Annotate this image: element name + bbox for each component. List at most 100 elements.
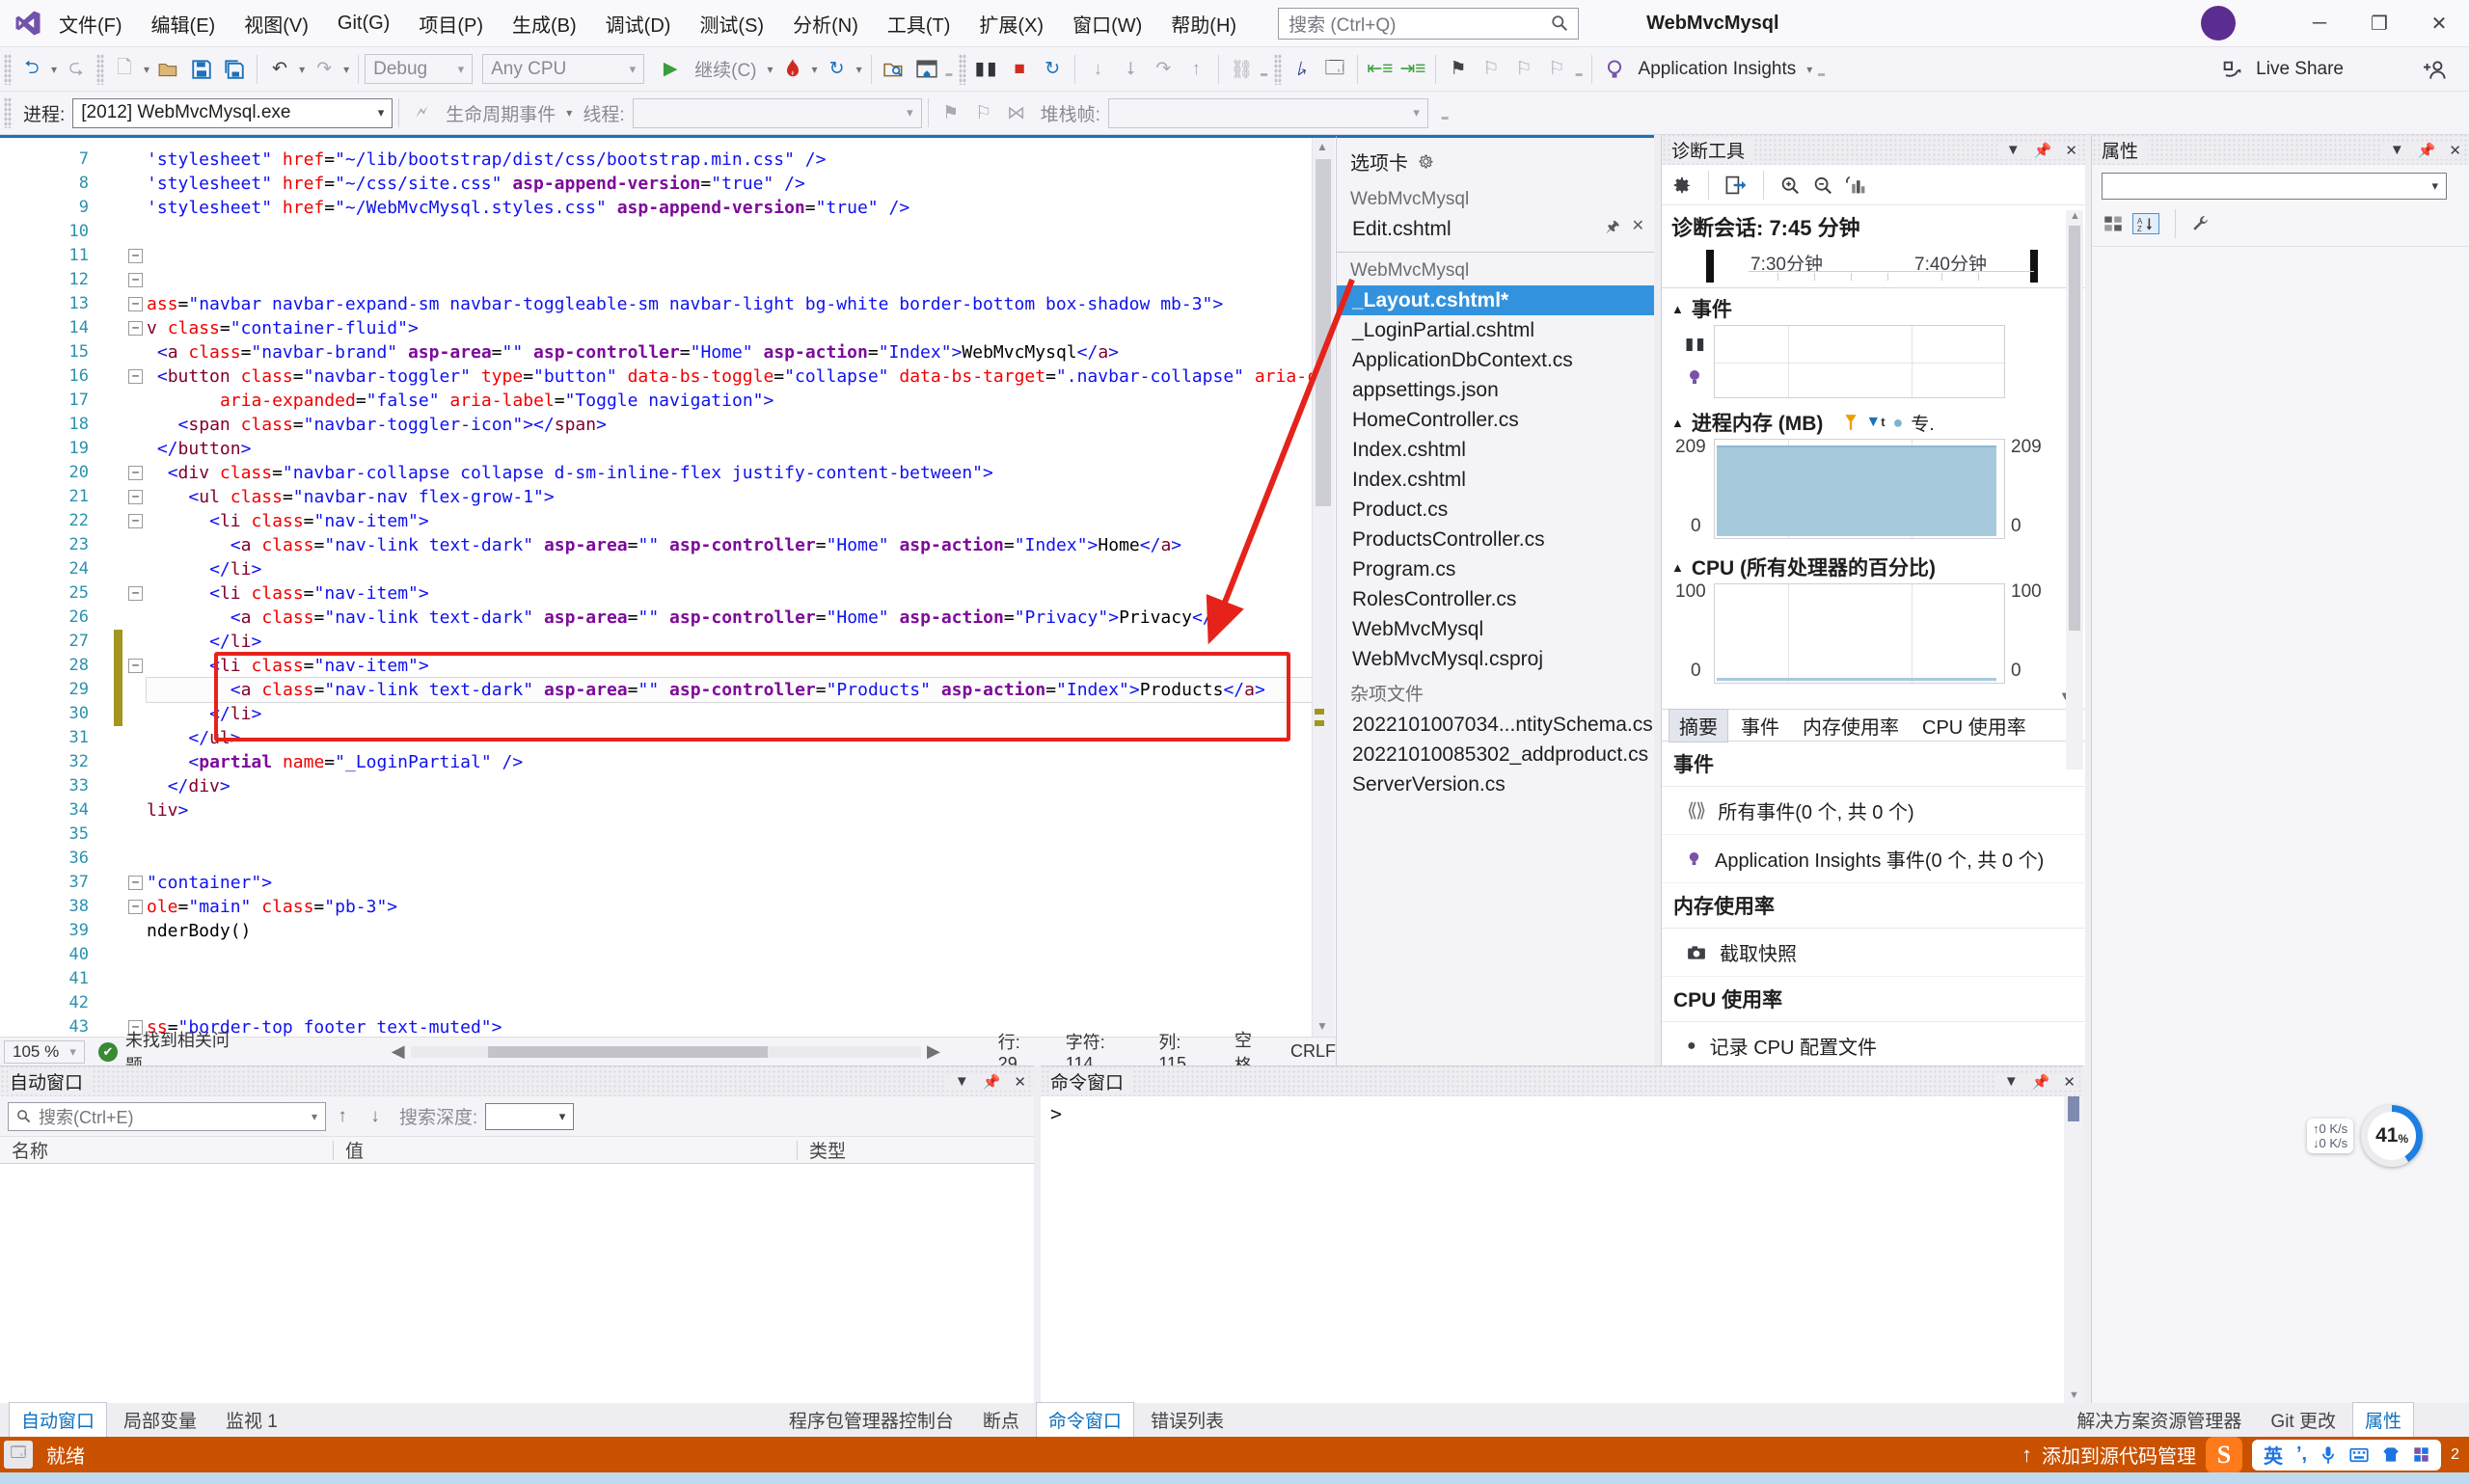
fold-marker-icon[interactable]: − [128,297,143,311]
window-menu-icon[interactable]: ▼ [2006,142,2021,159]
code-line-17[interactable]: 17aria-expanded="false" aria-label="Togg… [0,389,1312,413]
code-line-31[interactable]: 31</ul> [0,726,1312,750]
system-tray-icon[interactable]: 🗔 [4,1441,33,1469]
live-share-label[interactable]: Live Share [2256,59,2344,80]
gear-icon[interactable] [1418,153,1434,170]
code-line-18[interactable]: 18<span class="navbar-toggler-icon"></sp… [0,413,1312,437]
code-line-20[interactable]: 20−<div class="navbar-collapse collapse … [0,461,1312,485]
code-line-25[interactable]: 25−<li class="nav-item"> [0,581,1312,606]
open-file-item[interactable]: WebMvcMysql.csproj [1337,644,1654,674]
open-folder-icon[interactable] [154,53,183,86]
pin-icon[interactable]: 📌 [2032,1073,2050,1091]
code-map-icon[interactable]: ⛓ [1227,53,1256,86]
live-share-icon[interactable] [2217,53,2246,86]
zoom-out-icon[interactable] [1812,175,1835,196]
menu-item-gitg[interactable]: Git(G) [323,0,404,47]
parallel-stacks-icon[interactable]: ⋈ [1002,96,1031,129]
code-line-40[interactable]: 40 [0,943,1312,967]
menu-item-t[interactable]: 工具(T) [873,0,965,47]
editor-zoom-select[interactable]: 105 %▾ [4,1040,85,1064]
scrollbar-thumb[interactable] [2069,226,2080,631]
record-cpu-link[interactable]: ● 记录 CPU 配置文件 [1662,1022,2085,1066]
code-line-23[interactable]: 23<a class="nav-link text-dark" asp-area… [0,533,1312,557]
open-file-item[interactable]: appsettings.json [1337,375,1654,405]
avatar[interactable] [2201,6,2236,40]
solution-configuration-select[interactable]: Debug▾ [365,54,473,84]
all-events-link[interactable]: ⟪⟫ 所有事件(0 个, 共 0 个) [1662,787,2085,835]
wrench-icon[interactable] [2191,215,2209,232]
fold-marker-icon[interactable]: − [128,249,143,263]
take-snapshot-link[interactable]: 截取快照 [1662,929,2085,977]
open-file-item[interactable]: HomeController.cs [1337,405,1654,435]
minimize-button[interactable]: ─ [2290,0,2349,46]
autos-search-input[interactable]: 搜索(Ctrl+E) ▾ [8,1102,326,1131]
flag-threads-icon[interactable]: ⚑ [936,96,965,129]
code-line-41[interactable]: 41 [0,967,1312,991]
code-line-42[interactable]: 42 [0,991,1312,1015]
diagnostics-tab-3[interactable]: CPU 使用率 [1913,710,2036,742]
menu-item-e[interactable]: 编辑(E) [137,0,231,47]
column-type[interactable]: 类型 [798,1137,846,1163]
ime-tools-grid-icon[interactable] [2413,1446,2429,1463]
cpu-section-header[interactable]: ▲ CPU (所有处理器的百分比) [1662,553,2085,581]
properties-title-bar[interactable]: 属性 ▼📌✕ [2092,135,2469,165]
open-file-item[interactable]: Edit.cshtml🖈✕ [1337,214,1654,244]
browser-window-icon[interactable] [912,53,941,86]
search-prev-icon[interactable]: ↑ [328,1100,357,1133]
window-menu-icon[interactable]: ▼ [2390,142,2404,159]
scroll-up-icon[interactable]: ▲ [1316,140,1328,153]
window-menu-icon[interactable]: ▼ [2004,1073,2019,1091]
code-line-9[interactable]: 9'stylesheet" href="~/WebMvcMysql.styles… [0,196,1312,220]
solution-platform-select[interactable]: Any CPU▾ [482,54,644,84]
scroll-down-icon[interactable]: ▼ [1316,1019,1328,1033]
open-file-item[interactable]: Program.cs [1337,554,1654,584]
close-button[interactable]: ✕ [2409,0,2469,46]
events-section-header[interactable]: ▲ 事件 [1662,294,2085,323]
open-file-item[interactable]: Index.cshtml [1337,465,1654,495]
hot-reload-icon[interactable] [778,53,807,86]
add-user-icon[interactable] [2421,53,2450,86]
code-line-37[interactable]: 37−"container"> [0,871,1312,895]
restart-icon[interactable]: ↻ [1038,53,1067,86]
line-ending[interactable]: CRLF [1290,1041,1336,1062]
toolbar-grip[interactable] [4,97,12,128]
quick-search-input[interactable]: 搜索 (Ctrl+Q) [1278,8,1579,40]
pin-icon[interactable]: 📌 [2418,142,2436,159]
pin-icon[interactable]: 📌 [983,1073,1001,1091]
code-line-11[interactable]: 11− [0,244,1312,268]
soft-keyboard-icon[interactable] [2349,1447,2369,1463]
run-to-cursor-icon[interactable]: ⭞ [1288,53,1316,86]
push-source-control-icon[interactable]: ↑ [2021,1443,2032,1468]
code-line-24[interactable]: 24</li> [0,557,1312,581]
code-line-27[interactable]: 27</li> [0,630,1312,654]
ime-punctuation-icon[interactable]: ’, [2296,1444,2307,1466]
flag-group-icon[interactable]: ⚐ [969,96,998,129]
indent-decrease-icon[interactable]: ⇤≡ [1366,53,1395,86]
search-depth-select[interactable]: ▾ [485,1103,574,1130]
fold-marker-icon[interactable]: − [128,514,143,528]
menu-item-h[interactable]: 帮助(H) [1156,0,1251,47]
restart-app-icon[interactable]: ↻ [823,53,852,86]
app-insights-label[interactable]: Application Insights [1639,59,1797,80]
toolbar-grip[interactable] [96,54,104,85]
search-next-icon[interactable]: ↓ [361,1100,390,1133]
menu-item-w[interactable]: 窗口(W) [1058,0,1156,47]
scrollbar-thumb[interactable] [1316,159,1331,506]
pause-icon[interactable]: ▮▮ [972,53,1001,86]
fold-marker-icon[interactable]: − [128,586,143,601]
code-line-21[interactable]: 21−<ul class="navbar-nav flex-grow-1"> [0,485,1312,509]
code-line-22[interactable]: 22−<li class="nav-item"> [0,509,1312,533]
tab-command-0[interactable]: 程序包管理器控制台 [777,1403,965,1437]
code-line-7[interactable]: 7'stylesheet" href="~/lib/bootstrap/dist… [0,148,1312,172]
restore-button[interactable]: ❐ [2349,0,2409,46]
navigate-forward-icon[interactable]: ⮎ [62,53,91,86]
code-line-14[interactable]: 14−v class="container-fluid"> [0,316,1312,340]
diagnostics-scrollbar[interactable]: ▲ [2066,210,2083,769]
code-line-35[interactable]: 35 [0,823,1312,847]
open-file-item[interactable]: ProductsController.cs [1337,525,1654,554]
close-icon[interactable]: ✕ [1632,216,1644,242]
lifecycle-events-label[interactable]: 生命周期事件 [446,100,556,126]
app-insights-bulb-icon[interactable] [1600,53,1629,86]
open-file-item[interactable]: ApplicationDbContext.cs [1337,345,1654,375]
code-line-26[interactable]: 26<a class="nav-link text-dark" asp-area… [0,606,1312,630]
